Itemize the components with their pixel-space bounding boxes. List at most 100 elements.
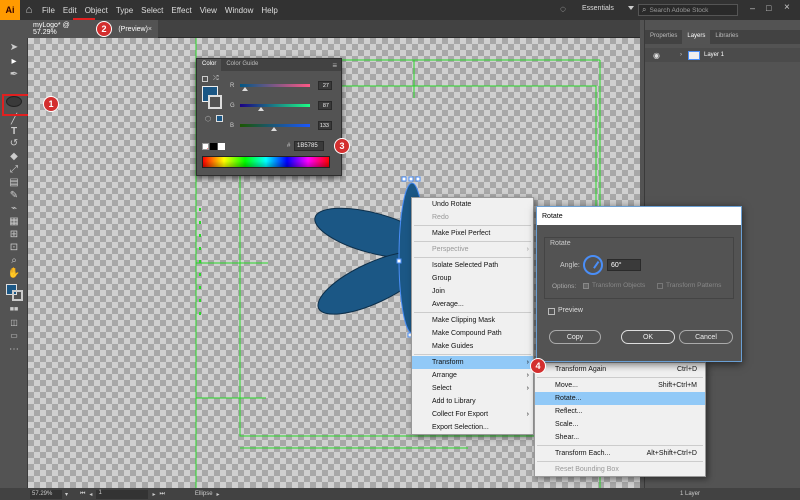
g-slider-thumb[interactable] <box>258 107 264 111</box>
menu-item-join[interactable]: Join <box>412 285 533 298</box>
white-swatch[interactable] <box>218 143 225 150</box>
menu-item-move[interactable]: Move... Shift+Ctrl+M <box>535 379 705 392</box>
hex-value-field[interactable]: 1B5785 <box>294 141 324 151</box>
angle-input[interactable]: 60° <box>607 259 641 271</box>
g-slider[interactable] <box>240 104 310 107</box>
anchor-point[interactable] <box>401 176 407 182</box>
minimize-button[interactable]: – <box>750 3 755 13</box>
color-mode-icon[interactable]: ■■ <box>7 304 21 316</box>
zoom-tool-icon[interactable]: ⌕ <box>7 255 21 267</box>
menu-effect[interactable]: Effect <box>167 6 195 15</box>
workspace-switcher[interactable]: Essentials <box>582 5 614 12</box>
preview-checkbox[interactable] <box>548 308 555 315</box>
menu-view[interactable]: View <box>196 6 221 15</box>
tab-color-guide[interactable]: Color Guide <box>221 59 263 71</box>
type-tool-icon[interactable]: T <box>7 126 21 138</box>
direct-selection-tool-icon[interactable]: ▸ <box>7 56 21 68</box>
none-swatch[interactable] <box>202 143 209 150</box>
b-slider-thumb[interactable] <box>271 127 277 131</box>
prev-artboard-icon[interactable]: ◂ <box>89 491 92 498</box>
close-tab-icon[interactable]: × <box>148 26 152 33</box>
first-artboard-icon[interactable]: ⏮ <box>80 491 85 498</box>
panel-menu-icon[interactable]: ≡ <box>328 59 341 71</box>
menu-type[interactable]: Type <box>112 6 137 15</box>
draw-mode-icon[interactable]: ◫ <box>7 317 21 329</box>
g-value-field[interactable]: 87 <box>318 101 332 110</box>
transform-objects-checkbox[interactable] <box>583 283 589 289</box>
ok-button[interactable]: OK <box>621 330 675 344</box>
menu-item-make-pixel-perfect[interactable]: Make Pixel Perfect <box>412 227 533 240</box>
pen-tool-icon[interactable]: ✒ <box>7 69 21 81</box>
tab-properties[interactable]: Properties <box>645 30 682 44</box>
menu-item-undo-rotate[interactable]: Undo Rotate <box>412 198 533 211</box>
color-spectrum[interactable] <box>202 156 330 168</box>
menu-item-collect-for-export[interactable]: Collect For Export › <box>412 408 533 421</box>
black-swatch[interactable] <box>210 143 217 150</box>
tab-color[interactable]: Color <box>197 59 222 71</box>
anchor-point[interactable] <box>408 176 414 182</box>
tab-layers[interactable]: Layers <box>682 30 711 44</box>
cancel-button[interactable]: Cancel <box>679 330 733 344</box>
anchor-point[interactable] <box>396 258 402 264</box>
more-tools-icon[interactable]: ⋯ <box>7 344 21 356</box>
menu-item-make-clipping-mask[interactable]: Make Clipping Mask <box>412 314 533 327</box>
menu-item-transform-again[interactable]: Transform Again Ctrl+D <box>535 363 705 376</box>
artboard-field[interactable]: 1 <box>96 489 149 499</box>
menu-item-isolate-selected-path[interactable]: Isolate Selected Path <box>412 259 533 272</box>
web-safe-swatch[interactable] <box>216 115 223 122</box>
menu-item-make-compound-path[interactable]: Make Compound Path <box>412 327 533 340</box>
width-tool-icon[interactable]: ⌁ <box>7 203 21 215</box>
hand-tool-icon[interactable]: ✋ <box>7 268 21 280</box>
transform-patterns-checkbox[interactable] <box>657 283 663 289</box>
menu-edit[interactable]: Edit <box>59 6 81 15</box>
eyedropper-tool-icon[interactable]: ✎ <box>7 190 21 202</box>
r-slider[interactable] <box>240 84 310 87</box>
scale-tool-icon[interactable]: ⤢ <box>7 164 21 176</box>
expand-arrow-icon[interactable]: › <box>680 52 682 58</box>
gradient-tool-icon[interactable]: ▤ <box>7 177 21 189</box>
menu-item-rotate[interactable]: Rotate... <box>535 392 705 405</box>
copy-button[interactable]: Copy <box>549 330 601 344</box>
artboard-tool-icon[interactable]: ⊞ <box>7 229 21 241</box>
menu-item-make-guides[interactable]: Make Guides <box>412 340 533 353</box>
close-window-button[interactable]: × <box>784 2 790 13</box>
menu-item-select[interactable]: Select › <box>412 382 533 395</box>
status-arrow-icon[interactable]: ▸ <box>217 491 220 498</box>
menu-item-group[interactable]: Group <box>412 272 533 285</box>
menu-item-transform-each[interactable]: Transform Each... Alt+Shift+Ctrl+D <box>535 447 705 460</box>
stroke-swatch[interactable] <box>12 290 23 301</box>
screen-mode-icon[interactable]: ▭ <box>7 330 21 342</box>
angle-dial[interactable] <box>583 255 603 275</box>
layer-row[interactable]: ◉ › Layer 1 <box>645 48 800 62</box>
next-artboard-icon[interactable]: ▸ <box>152 491 155 498</box>
selection-tool-icon[interactable]: ➤ <box>7 42 21 54</box>
document-tab[interactable]: myLogo* @ 57.29% (Preview) × <box>28 20 158 38</box>
default-colors-icon[interactable] <box>202 76 208 82</box>
home-icon[interactable]: ⌂ <box>20 4 38 16</box>
menu-item-transform[interactable]: Transform › <box>412 356 533 369</box>
swap-colors-icon[interactable]: ⤮ <box>213 75 219 83</box>
b-value-field[interactable]: 133 <box>318 121 332 130</box>
menu-item-add-to-library[interactable]: Add to Library <box>412 395 533 408</box>
zoom-dropdown-icon[interactable]: ▾ <box>65 491 68 498</box>
menu-file[interactable]: File <box>38 6 59 15</box>
menu-item-export-selection[interactable]: Export Selection... <box>412 421 533 434</box>
menu-item-scale[interactable]: Scale... <box>535 418 705 431</box>
maximize-button[interactable]: □ <box>766 3 771 13</box>
tab-libraries[interactable]: Libraries <box>710 30 743 44</box>
r-value-field[interactable]: 27 <box>318 81 332 90</box>
lightbulb-icon[interactable]: ◌ <box>560 4 566 15</box>
menu-object[interactable]: Object <box>81 6 112 15</box>
stroke-color-swatch[interactable] <box>208 95 222 109</box>
stock-search[interactable]: ⌕ Search Adobe Stock <box>638 4 738 16</box>
chevron-down-icon[interactable] <box>628 6 634 10</box>
r-slider-thumb[interactable] <box>242 87 248 91</box>
rotate-tool-icon[interactable]: ↺ <box>7 138 21 150</box>
menu-item-shear[interactable]: Shear... <box>535 431 705 444</box>
menu-item-average[interactable]: Average... <box>412 298 533 311</box>
last-artboard-icon[interactable]: ⏭ <box>159 491 164 498</box>
menu-select[interactable]: Select <box>137 6 167 15</box>
menu-item-arrange[interactable]: Arrange › <box>412 369 533 382</box>
eraser-tool-icon[interactable]: ◆ <box>7 151 21 163</box>
slice-tool-icon[interactable]: ⊡ <box>7 242 21 254</box>
